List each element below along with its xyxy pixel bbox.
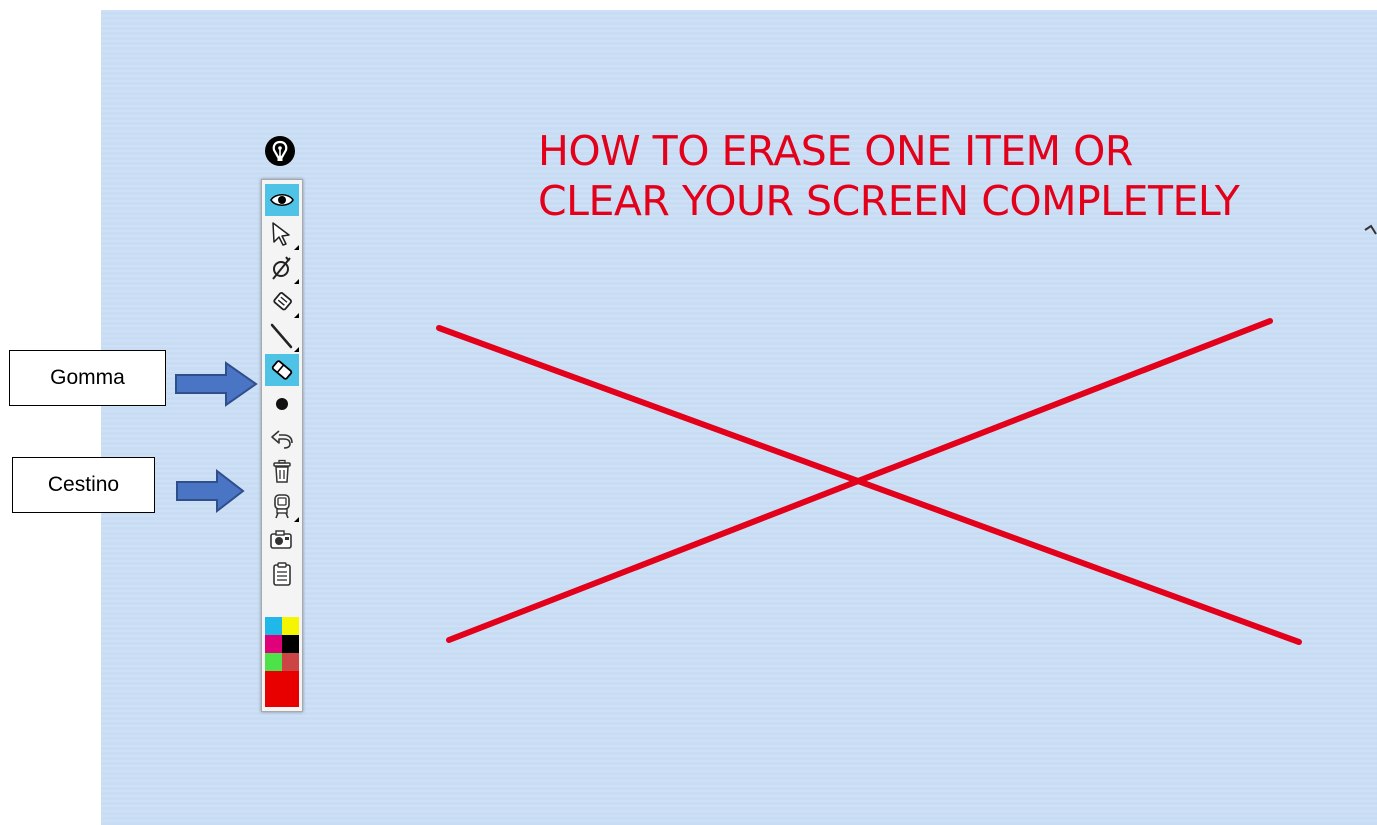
cursor-icon bbox=[1364, 224, 1377, 235]
stroke-line-2 bbox=[446, 318, 1273, 643]
stroke-line-1 bbox=[436, 325, 1302, 645]
line-icon[interactable] bbox=[265, 320, 299, 352]
highlighter-icon[interactable] bbox=[265, 286, 299, 318]
swatch-black[interactable] bbox=[282, 635, 299, 653]
submenu-indicator-icon bbox=[294, 279, 299, 284]
arrow-right-icon bbox=[176, 469, 245, 514]
pen-nib-icon[interactable] bbox=[265, 136, 295, 166]
clipboard-icon[interactable] bbox=[265, 558, 299, 590]
camera-icon[interactable] bbox=[265, 524, 299, 556]
selected-color[interactable] bbox=[265, 671, 299, 707]
eraser-icon[interactable] bbox=[265, 354, 299, 386]
title-line-2: CLEAR YOUR SCREEN COMPLETELY bbox=[538, 177, 1240, 225]
submenu-indicator-icon bbox=[294, 517, 299, 522]
pen-icon[interactable] bbox=[265, 252, 299, 284]
swatch-green[interactable] bbox=[265, 653, 282, 671]
annotation-toolbar bbox=[261, 179, 303, 712]
swatch-cyan[interactable] bbox=[265, 617, 282, 635]
dot-icon[interactable] bbox=[265, 388, 299, 420]
swatch-magenta[interactable] bbox=[265, 635, 282, 653]
arrow-right-icon bbox=[175, 361, 258, 407]
stamp-icon[interactable] bbox=[265, 490, 299, 522]
submenu-indicator-icon bbox=[294, 245, 299, 250]
color-palette bbox=[265, 617, 299, 707]
eraser-callout-label: Gomma bbox=[9, 350, 166, 406]
title-line-1: HOW TO ERASE ONE ITEM OR bbox=[538, 127, 1133, 175]
swatch-red-light[interactable] bbox=[282, 653, 299, 671]
undo-icon[interactable] bbox=[265, 422, 299, 454]
trash-icon[interactable] bbox=[265, 456, 299, 488]
eye-icon[interactable] bbox=[265, 184, 299, 216]
submenu-indicator-icon bbox=[294, 313, 299, 318]
pointer-icon[interactable] bbox=[265, 218, 299, 250]
swatch-yellow[interactable] bbox=[282, 617, 299, 635]
page-title: HOW TO ERASE ONE ITEM OR CLEAR YOUR SCRE… bbox=[538, 126, 1240, 226]
trash-callout-label: Cestino bbox=[12, 457, 155, 513]
submenu-indicator-icon bbox=[294, 347, 299, 352]
